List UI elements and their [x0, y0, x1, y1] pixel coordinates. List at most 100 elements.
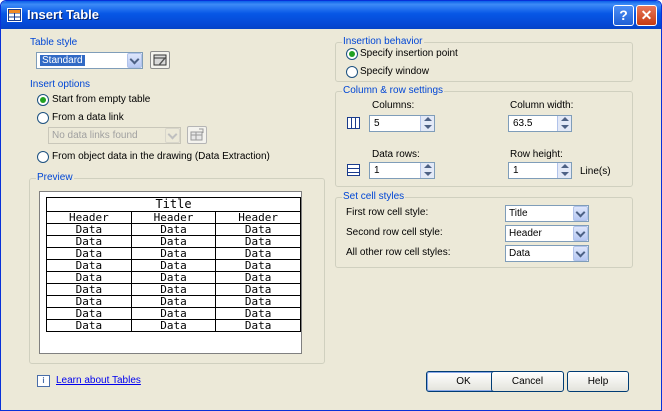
- first-row-style-select[interactable]: Title: [505, 205, 589, 222]
- first-row-style-label: First row cell style:: [346, 207, 429, 218]
- preview-data-cell: Data: [130, 307, 217, 320]
- data-rows-spinner[interactable]: 1: [369, 162, 435, 179]
- preview-data-cell: Data: [215, 247, 301, 260]
- preview-data-cell: Data: [46, 223, 132, 236]
- table-app-icon: [7, 8, 22, 22]
- preview-data-cell: Data: [215, 307, 301, 320]
- row-height-unit: Line(s): [580, 166, 611, 177]
- preview-data-cell: Data: [130, 295, 217, 308]
- preview-data-cell: Data: [130, 247, 217, 260]
- second-row-style-label: Second row cell style:: [346, 227, 443, 238]
- preview-data-cell: Data: [46, 319, 132, 332]
- info-icon: i: [37, 375, 50, 387]
- insert-options-label: Insert options: [29, 79, 92, 91]
- preview-header-cell: Header: [215, 211, 301, 224]
- other-rows-style-label: All other row cell styles:: [346, 247, 451, 258]
- column-width-spin-arrows[interactable]: [557, 116, 571, 131]
- preview-data-cell: Data: [215, 295, 301, 308]
- column-width-spinner[interactable]: 63.5: [508, 115, 572, 132]
- from-data-link-radio[interactable]: [37, 112, 49, 124]
- chevron-down-icon[interactable]: [573, 226, 588, 241]
- row-height-value: 1: [513, 165, 519, 176]
- column-width-label: Column width:: [510, 100, 574, 111]
- row-height-spin-arrows[interactable]: [557, 163, 571, 178]
- preview-data-row: Data Data Data: [46, 295, 301, 308]
- preview-data-cell: Data: [46, 307, 132, 320]
- start-empty-radio[interactable]: [37, 94, 49, 106]
- columns-value: 5: [374, 118, 380, 129]
- cell-styles-label: Set cell styles: [342, 191, 406, 203]
- preview-data-row: Data Data Data: [46, 259, 301, 272]
- preview-data-cell: Data: [215, 259, 301, 272]
- second-row-style-select[interactable]: Header: [505, 225, 589, 242]
- table-style-dialog-icon: [153, 54, 167, 66]
- column-width-value: 63.5: [513, 118, 533, 129]
- preview-data-cell: Data: [46, 295, 132, 308]
- cancel-button[interactable]: Cancel: [491, 371, 564, 392]
- preview-data-row: Data Data Data: [46, 223, 301, 236]
- columns-label: Columns:: [372, 100, 415, 111]
- preview-title: Title: [46, 197, 301, 212]
- from-object-data-label[interactable]: From object data in the drawing (Data Ex…: [52, 151, 270, 163]
- data-link-manager-icon: [190, 128, 204, 141]
- rows-icon: [347, 164, 360, 176]
- preview-data-row: Data Data Data: [46, 319, 301, 332]
- preview-header-cell: Header: [46, 211, 132, 224]
- specify-point-label[interactable]: Specify insertion point: [360, 48, 458, 60]
- specify-window-radio[interactable]: [346, 66, 358, 78]
- help-button[interactable]: Help: [567, 371, 629, 392]
- second-row-style-value: Header: [509, 228, 542, 239]
- insertion-behavior-label: Insertion behavior: [342, 36, 424, 48]
- ok-button[interactable]: OK: [426, 371, 501, 392]
- table-preview: Title Header Header Header Data Data Data D…: [39, 191, 302, 354]
- chevron-down-icon[interactable]: [127, 53, 142, 68]
- start-empty-label[interactable]: Start from empty table: [52, 94, 150, 106]
- from-data-link-label[interactable]: From a data link: [52, 112, 124, 124]
- window-title: Insert Table: [27, 7, 100, 22]
- columns-spinner[interactable]: 5: [369, 115, 435, 132]
- preview-data-cell: Data: [215, 319, 301, 332]
- title-bar[interactable]: Insert Table ? ✕: [1, 1, 661, 29]
- preview-data-cell: Data: [130, 259, 217, 272]
- chevron-down-icon[interactable]: [573, 206, 588, 221]
- preview-data-row: Data Data Data: [46, 307, 301, 320]
- table-style-dialog-button[interactable]: [150, 51, 170, 69]
- preview-data-cell: Data: [130, 223, 217, 236]
- preview-data-cell: Data: [215, 283, 301, 296]
- preview-data-cell: Data: [46, 259, 132, 272]
- close-button[interactable]: ✕: [636, 5, 657, 26]
- preview-data-cell: Data: [130, 319, 217, 332]
- preview-data-cell: Data: [46, 283, 132, 296]
- data-rows-value: 1: [374, 165, 380, 176]
- row-height-spinner[interactable]: 1: [508, 162, 572, 179]
- from-object-data-radio[interactable]: [37, 151, 49, 163]
- data-link-value: No data links found: [52, 130, 138, 141]
- data-rows-spin-arrows[interactable]: [420, 163, 434, 178]
- preview-table: Title Header Header Header Data Data Data D…: [46, 197, 301, 332]
- data-link-manager-button: [187, 126, 207, 144]
- preview-data-row: Data Data Data: [46, 247, 301, 260]
- first-row-style-value: Title: [509, 208, 528, 219]
- specify-point-radio[interactable]: [346, 48, 358, 60]
- preview-data-cell: Data: [130, 271, 217, 284]
- insert-table-dialog: Insert Table ? ✕ Table style Standard In…: [0, 0, 662, 411]
- preview-label: Preview: [36, 172, 74, 184]
- table-style-label: Table style: [29, 37, 79, 49]
- preview-data-cell: Data: [130, 283, 217, 296]
- other-rows-style-select[interactable]: Data: [505, 245, 589, 262]
- other-rows-style-value: Data: [509, 248, 531, 259]
- preview-header-cell: Header: [130, 211, 217, 224]
- chevron-down-icon[interactable]: [573, 246, 588, 261]
- preview-data-cell: Data: [215, 271, 301, 284]
- specify-window-label[interactable]: Specify window: [360, 66, 429, 78]
- preview-data-cell: Data: [130, 235, 217, 248]
- table-style-select[interactable]: Standard: [36, 52, 143, 69]
- preview-data-cell: Data: [46, 271, 132, 284]
- preview-data-cell: Data: [215, 235, 301, 248]
- preview-data-row: Data Data Data: [46, 271, 301, 284]
- row-height-label: Row height:: [510, 149, 563, 160]
- learn-about-tables-link[interactable]: Learn about Tables: [56, 375, 141, 387]
- help-title-button[interactable]: ?: [613, 5, 634, 26]
- columns-spin-arrows[interactable]: [420, 116, 434, 131]
- preview-data-cell: Data: [215, 223, 301, 236]
